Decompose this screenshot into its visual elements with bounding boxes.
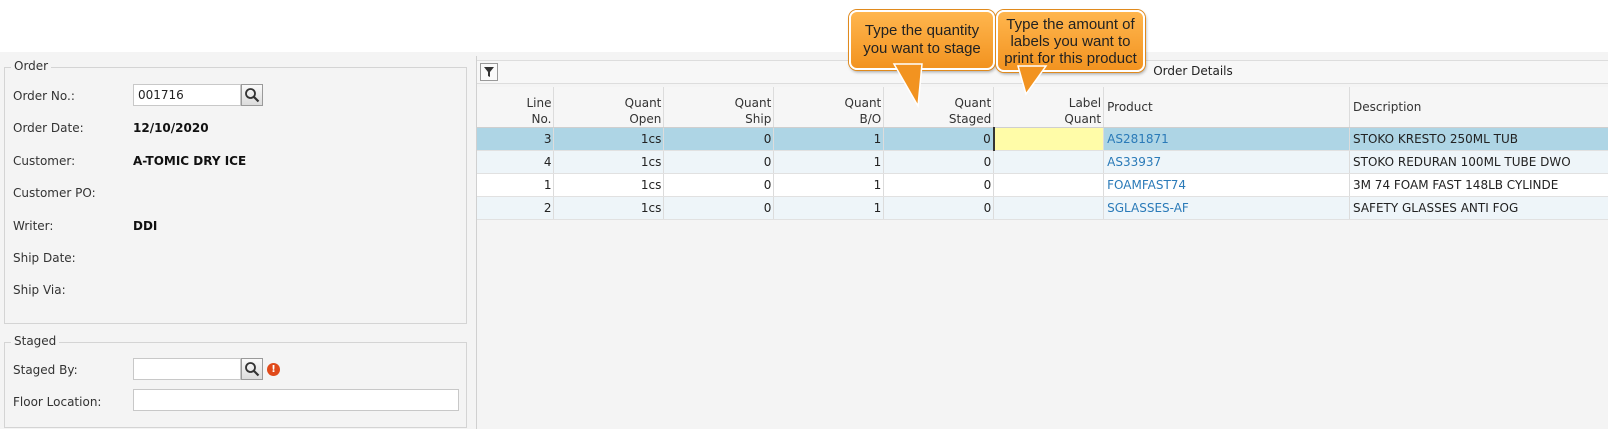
table-row[interactable]: 1 1cs 0 1 0 FOAMFAST74 3M 74 FOAM FAST 1… bbox=[477, 173, 1608, 197]
cell-quant-open: 1cs bbox=[553, 127, 665, 151]
column-header-quant-ship[interactable]: Quant Ship bbox=[663, 87, 775, 128]
label-quantity-callout: Type the amount of labels you want to prin… bbox=[996, 10, 1145, 72]
order-no-search-button[interactable] bbox=[241, 84, 263, 106]
required-warning-icon: ! bbox=[267, 363, 280, 376]
staged-by-label: Staged By: bbox=[13, 363, 78, 377]
cell-label-quant-editor[interactable] bbox=[992, 127, 1105, 151]
customer-label: Customer: bbox=[13, 154, 76, 168]
order-date-label: Order Date: bbox=[13, 121, 84, 135]
label-callout-pointer bbox=[1017, 65, 1048, 96]
column-header-description[interactable]: Description bbox=[1349, 87, 1608, 128]
order-section-title: Order bbox=[11, 59, 52, 73]
cell-quant-open: 1cs bbox=[553, 196, 665, 220]
floor-location-label: Floor Location: bbox=[13, 395, 102, 409]
order-group: Order Order No.: 001716 Order Date: 12/1… bbox=[4, 59, 467, 324]
writer-value: DDI bbox=[133, 219, 158, 233]
customer-po-label: Customer PO: bbox=[13, 186, 96, 200]
column-header-line-no[interactable]: Line No. bbox=[477, 87, 555, 128]
writer-label: Writer: bbox=[13, 219, 54, 233]
cell-label-quant[interactable] bbox=[993, 196, 1105, 220]
cell-quant-staged[interactable]: 0 bbox=[883, 173, 995, 197]
cell-description: 3M 74 FOAM FAST 148LB CYLINDE bbox=[1349, 173, 1608, 197]
cell-line-no: 4 bbox=[477, 150, 555, 174]
ship-via-label: Ship Via: bbox=[13, 283, 66, 297]
cell-quant-ship: 0 bbox=[663, 173, 775, 197]
column-header-product[interactable]: Product bbox=[1103, 87, 1350, 128]
order-details-grid: Order Details Line No. Quant Open Quant Shi… bbox=[476, 56, 1608, 429]
table-row[interactable]: 3 1cs 0 1 0 AS281871 STOKO KRESTO 250ML … bbox=[477, 127, 1608, 151]
cell-quant-bo: 1 bbox=[773, 196, 885, 220]
staged-by-field[interactable] bbox=[133, 358, 241, 380]
cell-quant-open: 1cs bbox=[553, 150, 665, 174]
ship-date-label: Ship Date: bbox=[13, 251, 76, 265]
column-header-quant-bo[interactable]: Quant B/O bbox=[773, 87, 885, 128]
cell-quant-open: 1cs bbox=[553, 173, 665, 197]
table-row[interactable]: 4 1cs 0 1 0 AS33937 STOKO REDURAN 100ML … bbox=[477, 150, 1608, 174]
cell-label-quant[interactable] bbox=[993, 173, 1105, 197]
order-details-table: Line No. Quant Open Quant Ship Quant B/O Qua… bbox=[477, 87, 1608, 220]
cell-product-link[interactable]: AS281871 bbox=[1103, 127, 1350, 151]
cell-description: SAFETY GLASSES ANTI FOG bbox=[1349, 196, 1608, 220]
order-no-label: Order No.: bbox=[13, 89, 75, 103]
cell-quant-bo: 1 bbox=[773, 127, 885, 151]
cell-quant-bo: 1 bbox=[773, 173, 885, 197]
stage-quantity-callout: Type the quantity you want to stage bbox=[849, 10, 995, 70]
order-no-field[interactable]: 001716 bbox=[133, 84, 241, 106]
cell-line-no: 1 bbox=[477, 173, 555, 197]
cell-line-no: 2 bbox=[477, 196, 555, 220]
cell-quant-staged[interactable]: 0 bbox=[883, 150, 995, 174]
search-icon bbox=[245, 362, 260, 377]
cell-description: STOKO KRESTO 250ML TUB bbox=[1349, 127, 1608, 151]
floor-location-field[interactable] bbox=[133, 389, 459, 411]
cell-quant-staged[interactable]: 0 bbox=[883, 196, 995, 220]
staged-group: Staged Staged By: ! Floor Location: bbox=[4, 334, 467, 428]
cell-quant-bo: 1 bbox=[773, 150, 885, 174]
cell-description: STOKO REDURAN 100ML TUBE DWO bbox=[1349, 150, 1608, 174]
staged-by-search-button[interactable] bbox=[241, 358, 263, 380]
staged-section-title: Staged bbox=[11, 334, 60, 348]
app-window: Order Order No.: 001716 Order Date: 12/1… bbox=[0, 52, 1608, 429]
customer-value: A-TOMIC DRY ICE bbox=[133, 154, 247, 168]
cell-product-link[interactable]: AS33937 bbox=[1103, 150, 1350, 174]
cell-label-quant[interactable] bbox=[993, 150, 1105, 174]
cell-quant-ship: 0 bbox=[663, 150, 775, 174]
cell-product-link[interactable]: SGLASSES-AF bbox=[1103, 196, 1350, 220]
cell-product-link[interactable]: FOAMFAST74 bbox=[1103, 173, 1350, 197]
cell-line-no: 3 bbox=[477, 127, 555, 151]
table-row[interactable]: 2 1cs 0 1 0 SGLASSES-AF SAFETY GLASSES A… bbox=[477, 196, 1608, 220]
cell-quant-ship: 0 bbox=[663, 127, 775, 151]
search-icon bbox=[245, 88, 260, 103]
order-date-value: 12/10/2020 bbox=[133, 121, 209, 135]
cell-quant-ship: 0 bbox=[663, 196, 775, 220]
stage-callout-pointer bbox=[892, 63, 923, 109]
column-header-quant-open[interactable]: Quant Open bbox=[553, 87, 665, 128]
cell-quant-staged[interactable]: 0 bbox=[883, 127, 995, 151]
